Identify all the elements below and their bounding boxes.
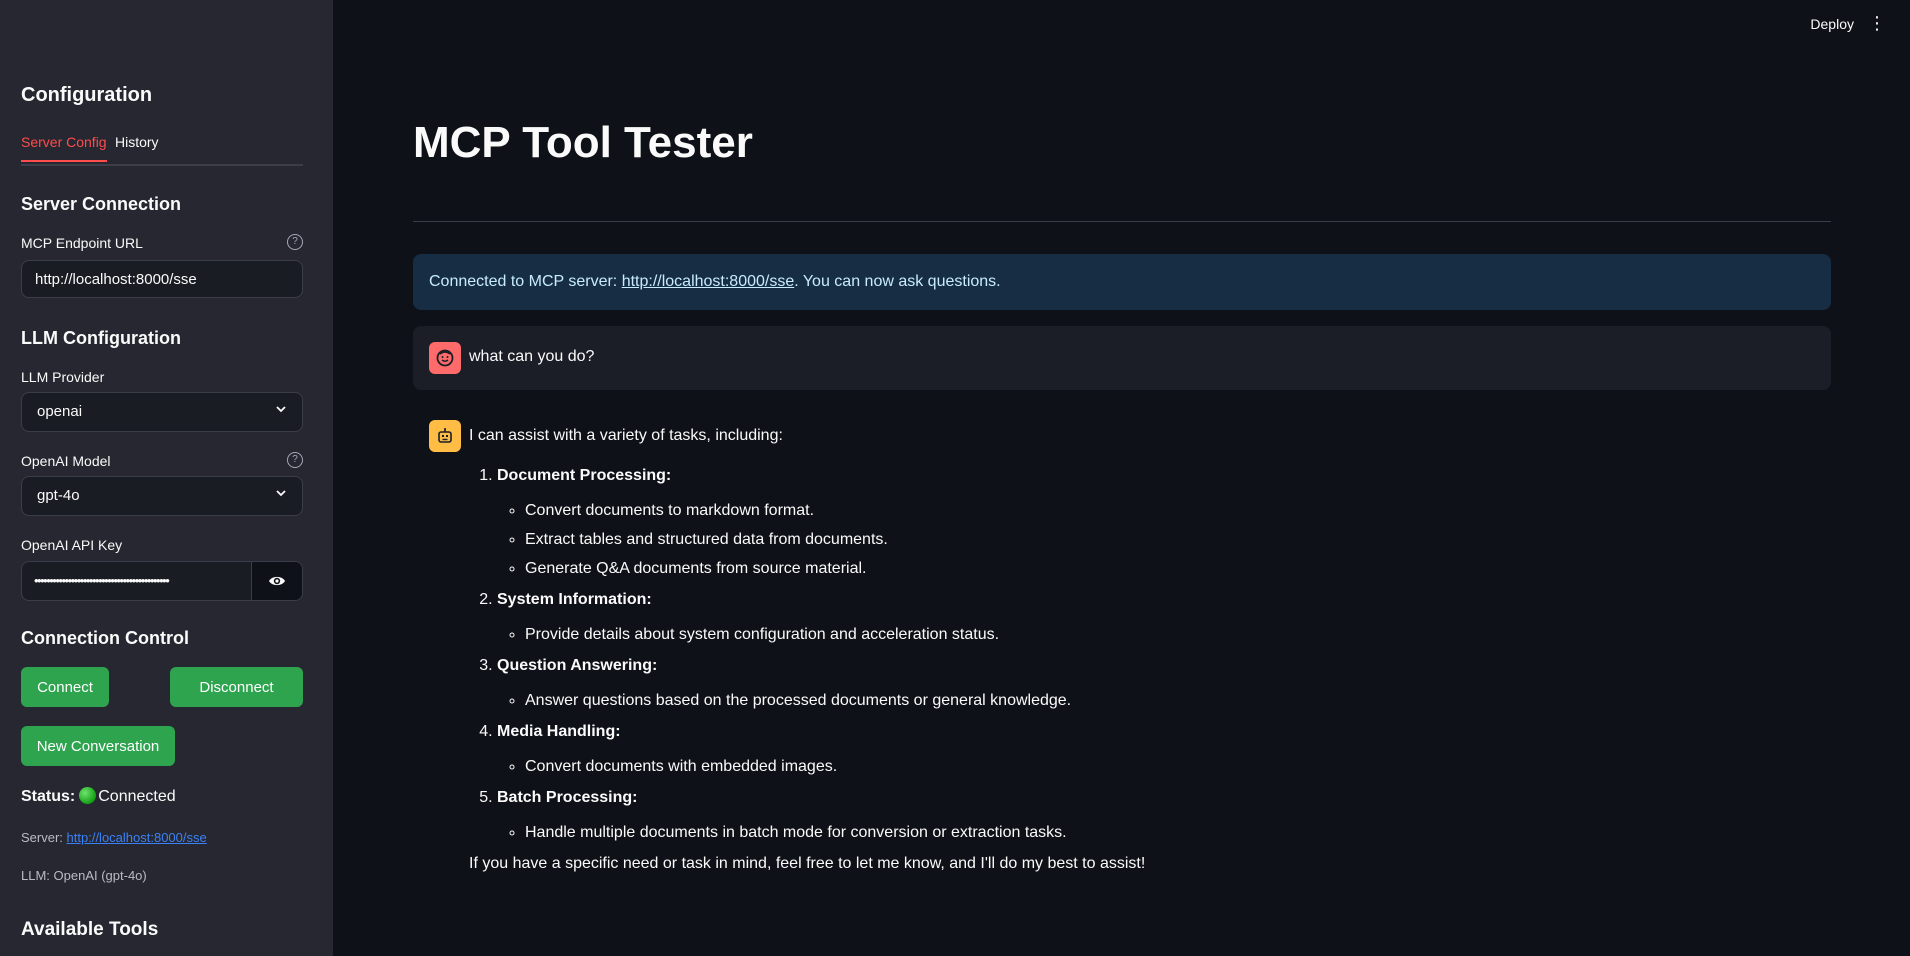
sidebar-tabs: Server Config History — [21, 134, 303, 166]
list-item: System Information: Provide details abou… — [497, 589, 1769, 646]
list-item: Document Processing: Convert documents t… — [497, 465, 1769, 580]
server-connection-heading: Server Connection — [21, 194, 182, 214]
list-item: Batch Processing: Handle multiple docume… — [497, 787, 1769, 844]
sidebar-title: Configuration — [21, 84, 153, 106]
chevron-down-icon — [276, 490, 286, 497]
user-avatar — [429, 342, 461, 374]
connection-info-alert: Connected to MCP server: http://localhos… — [413, 254, 1831, 310]
disconnect-button[interactable]: Disconnect — [170, 667, 303, 707]
help-icon[interactable]: ? — [287, 234, 303, 250]
user-message-text: what can you do? — [469, 348, 595, 365]
list-item: Convert documents with embedded images. — [525, 756, 1769, 778]
list-item: Answer questions based on the processed … — [525, 690, 1769, 712]
list-item-title: Media Handling: — [497, 723, 621, 740]
divider — [413, 221, 1831, 222]
list-item-title: Question Answering: — [497, 657, 658, 674]
list-item-title: Document Processing: — [497, 467, 672, 484]
status-value: Connected — [98, 788, 176, 805]
list-item: Generate Q&A documents from source mater… — [525, 558, 1769, 580]
assistant-message-content: I can assist with a variety of tasks, in… — [469, 420, 1769, 875]
assistant-closing: If you have a specific need or task in m… — [469, 855, 1146, 872]
llm-provider-select[interactable]: openai — [21, 392, 303, 432]
list-item: Handle multiple documents in batch mode … — [525, 822, 1769, 844]
capability-list: Document Processing: Convert documents t… — [469, 465, 1769, 844]
chevron-down-icon — [276, 406, 286, 413]
info-suffix: . You can now ask questions. — [794, 273, 1001, 290]
main-area: Deploy ⋮ MCP Tool Tester Connected to MC… — [333, 0, 1910, 956]
info-prefix: Connected to MCP server: — [429, 273, 622, 290]
show-password-button[interactable] — [251, 562, 302, 600]
endpoint-label: MCP Endpoint URL — [21, 235, 143, 251]
robot-icon — [438, 428, 452, 443]
openai-model-select[interactable]: gpt-4o — [21, 476, 303, 516]
server-info: Server: http://localhost:8000/sse — [21, 830, 207, 845]
page-title: MCP Tool Tester — [413, 118, 753, 167]
server-info-label: Server: — [21, 830, 63, 845]
list-item-title: Batch Processing: — [497, 789, 638, 806]
new-conversation-button[interactable]: New Conversation — [21, 726, 175, 766]
llm-provider-value: openai — [37, 403, 83, 420]
info-server-link[interactable]: http://localhost:8000/sse — [622, 273, 795, 290]
llm-configuration-heading: LLM Configuration — [21, 328, 181, 348]
tab-history[interactable]: History — [115, 134, 159, 160]
llm-provider-label: LLM Provider — [21, 369, 105, 385]
face-icon — [436, 349, 454, 367]
assistant-avatar — [429, 420, 461, 452]
api-key-label: OpenAI API Key — [21, 537, 123, 553]
connection-control-heading: Connection Control — [21, 628, 189, 648]
list-item-title: System Information: — [497, 591, 652, 608]
api-key-input[interactable]: ••••••••••••••••••••••••••••••••••••••••… — [21, 561, 303, 601]
assistant-intro: I can assist with a variety of tasks, in… — [469, 427, 783, 444]
openai-model-value: gpt-4o — [37, 487, 80, 504]
llm-info: LLM: OpenAI (gpt-4o) — [21, 868, 147, 883]
list-item: Media Handling: Convert documents with e… — [497, 721, 1769, 778]
list-item: Question Answering: Answer questions bas… — [497, 655, 1769, 712]
list-item: Extract tables and structured data from … — [525, 529, 1769, 551]
list-item: Convert documents to markdown format. — [525, 500, 1769, 522]
status-label: Status: — [21, 788, 76, 805]
eye-icon — [269, 576, 285, 586]
deploy-button[interactable]: Deploy — [1810, 16, 1854, 32]
tab-server-config[interactable]: Server Config — [21, 134, 107, 162]
sidebar: Configuration Server Config History Serv… — [0, 0, 333, 956]
endpoint-url-input[interactable] — [21, 260, 303, 298]
server-info-link[interactable]: http://localhost:8000/sse — [67, 830, 207, 845]
api-key-masked-value: ••••••••••••••••••••••••••••••••••••••••… — [34, 573, 170, 588]
help-icon[interactable]: ? — [287, 452, 303, 468]
connect-button[interactable]: Connect — [21, 667, 109, 707]
available-tools-heading: Available Tools — [21, 919, 159, 940]
list-item: Provide details about system configurati… — [525, 624, 1769, 646]
status-line: Status: Connected — [21, 787, 176, 806]
openai-model-label: OpenAI Model — [21, 453, 111, 469]
user-chat-message: what can you do? — [413, 326, 1831, 390]
more-vertical-icon[interactable]: ⋮ — [1868, 12, 1886, 34]
status-green-dot-icon — [79, 787, 97, 804]
